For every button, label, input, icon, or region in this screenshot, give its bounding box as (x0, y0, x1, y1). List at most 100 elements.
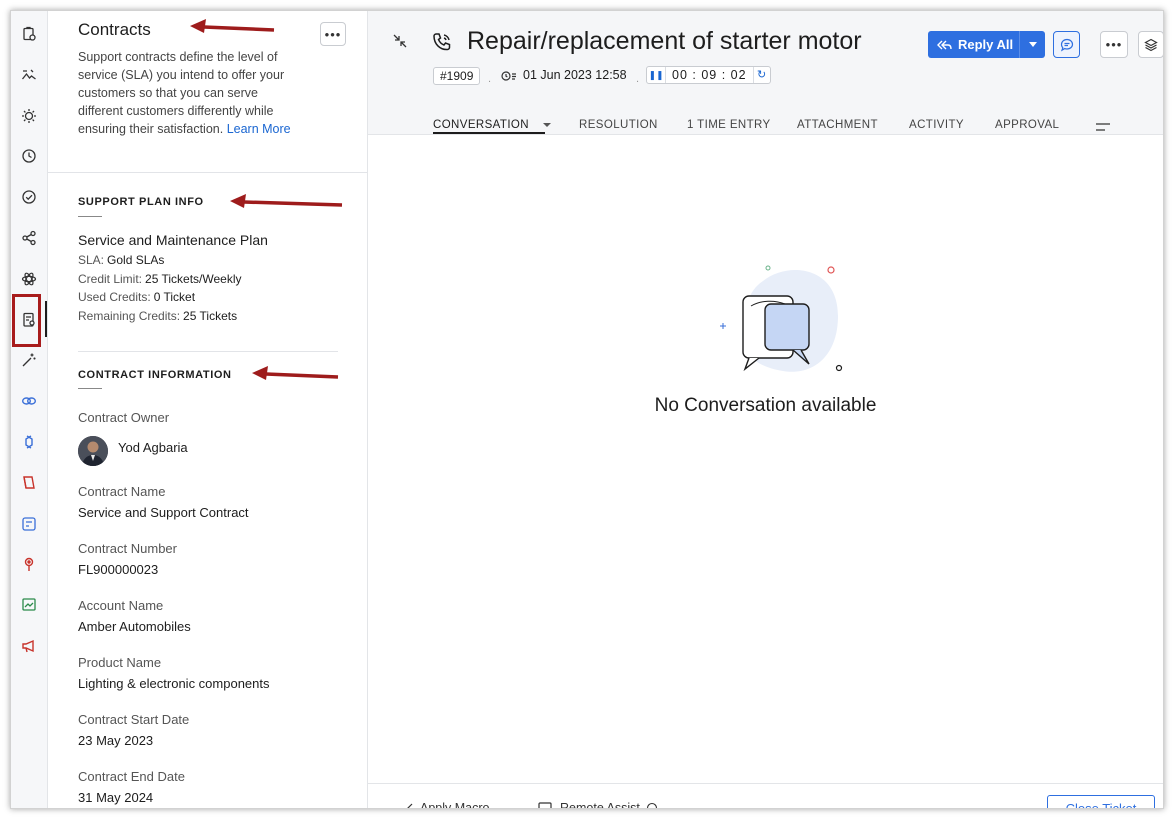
ticket-id-badge: #1909 (433, 67, 481, 85)
reply-dropdown-button[interactable] (1019, 31, 1045, 58)
product-name-value[interactable]: Lighting & electronic components (78, 676, 270, 691)
heading-underline (78, 216, 102, 217)
remaining-credits-value: 25 Tickets (183, 309, 238, 323)
used-credits-row: Used Credits: 0 Ticket (78, 290, 195, 304)
atom-icon[interactable] (18, 268, 40, 290)
book-icon[interactable] (18, 472, 40, 494)
support-plan-heading: SUPPORT PLAN INFO (78, 196, 204, 208)
used-credits-value: 0 Ticket (153, 290, 196, 304)
location-pin-icon[interactable] (18, 553, 40, 575)
product-name-label: Product Name (78, 655, 162, 670)
link-chain-icon[interactable] (18, 390, 40, 412)
annotation-arrow (230, 194, 343, 208)
credit-limit-value: 25 Tickets/Weekly (145, 272, 242, 286)
contract-number-value: FL900000023 (78, 562, 159, 577)
avatar (78, 436, 108, 466)
start-date-value: 23 May 2023 (78, 733, 154, 748)
empty-state-message: No Conversation available (654, 395, 877, 416)
macro-icon (407, 803, 413, 808)
reply-all-icon (937, 40, 952, 49)
learn-more-link[interactable]: Learn More (227, 122, 291, 136)
reply-all-label: Reply All (958, 37, 1014, 52)
panel-more-button[interactable]: ••• (320, 22, 346, 46)
comment-icon (1060, 38, 1073, 52)
icon-rail (11, 11, 48, 808)
apply-macro-button[interactable]: Apply Macro (402, 801, 490, 809)
owner-name[interactable]: Yod Agbaria (118, 440, 188, 455)
reply-all-button[interactable]: Reply All (928, 31, 1019, 58)
chevron-down-icon (542, 122, 551, 127)
ticket-clipboard-icon[interactable] (18, 23, 40, 45)
annotation-arrow (252, 366, 339, 380)
plan-name: Service and Maintenance Plan (78, 232, 268, 248)
panel-description: Support contracts define the level of se… (78, 48, 304, 138)
contract-name-label: Contract Name (78, 484, 166, 499)
contract-owner-label: Contract Owner (78, 410, 170, 425)
empty-conversation-illustration (720, 265, 843, 372)
annotation-arrow (190, 19, 275, 33)
check-circle-icon[interactable] (18, 186, 40, 208)
ticket-more-button[interactable]: ••• (1100, 31, 1128, 58)
tab-activity[interactable]: ACTIVITY (909, 119, 964, 131)
tab-approval[interactable]: APPROVAL (995, 119, 1059, 131)
used-credits-label: Used Credits: (78, 290, 151, 304)
extension-icon[interactable] (18, 431, 40, 453)
app-window: Contracts ••• Support contracts define t… (10, 10, 1164, 809)
sla-value: Gold SLAs (107, 253, 165, 267)
tab-attachment[interactable]: ATTACHMENT (797, 119, 878, 131)
more-tabs-icon[interactable] (1095, 121, 1111, 133)
contracts-panel: Contracts ••• Support contracts define t… (48, 11, 368, 808)
sla-label: SLA: (78, 253, 105, 267)
megaphone-icon[interactable] (18, 635, 40, 657)
heading-underline (78, 388, 102, 389)
highlight-box (12, 294, 41, 347)
layers-icon (1144, 38, 1158, 51)
active-tab-underline (433, 132, 545, 134)
image-gallery-icon[interactable] (18, 64, 40, 86)
pause-icon[interactable]: ❚❚ (647, 67, 666, 83)
collapse-icon[interactable] (392, 33, 408, 49)
tab-conversation[interactable]: CONVERSATION (433, 119, 551, 131)
history-icon[interactable] (18, 145, 40, 167)
tab-time-entry[interactable]: 1 TIME ENTRY (687, 119, 771, 131)
credit-limit-row: Credit Limit: 25 Tickets/Weekly (78, 272, 242, 286)
info-icon (646, 802, 657, 808)
ticket-header: Repair/replacement of starter motor #190… (368, 11, 1163, 135)
separator-dot: . (488, 73, 492, 85)
account-name-value[interactable]: Amber Automobiles (78, 619, 191, 634)
separator-dot: . (636, 73, 640, 85)
ticket-main: Repair/replacement of starter motor #190… (368, 11, 1163, 808)
due-date[interactable]: 01 Jun 2023 12:58 (523, 68, 627, 82)
ticket-title: Repair/replacement of starter motor (467, 27, 862, 55)
layers-button[interactable] (1138, 31, 1163, 58)
refresh-icon[interactable]: ↻ (752, 67, 770, 83)
contract-number-label: Contract Number (78, 541, 177, 556)
due-date-icon (501, 71, 516, 81)
sla-row: SLA: Gold SLAs (78, 253, 164, 267)
start-date-label: Contract Start Date (78, 712, 190, 727)
phone-call-icon (433, 33, 451, 51)
comment-button[interactable] (1053, 31, 1080, 58)
timer-value: 00 : 09 : 02 (672, 68, 747, 82)
panel-title: Contracts (78, 20, 151, 39)
monitor-icon (538, 802, 552, 808)
magic-wand-icon[interactable] (18, 349, 40, 371)
apply-macro-label: Apply Macro (420, 801, 490, 809)
contract-name-value: Service and Support Contract (78, 505, 249, 520)
bulb-icon[interactable] (18, 105, 40, 127)
remote-assist-button[interactable]: Remote Assist (538, 801, 658, 809)
scheduler-icon[interactable] (18, 513, 40, 535)
remote-assist-label: Remote Assist (560, 801, 640, 809)
share-icon[interactable] (18, 227, 40, 249)
end-date-value: 31 May 2024 (78, 790, 154, 805)
image-check-icon[interactable] (18, 594, 40, 616)
close-ticket-button[interactable]: Close Ticket (1047, 795, 1155, 808)
credit-limit-label: Credit Limit: (78, 272, 143, 286)
divider (78, 351, 338, 352)
ticket-footer: Apply Macro Remote Assist Close Ticket (368, 783, 1163, 809)
remaining-credits-label: Remaining Credits: (78, 309, 181, 323)
active-indicator (45, 301, 47, 337)
tab-resolution[interactable]: RESOLUTION (579, 119, 658, 131)
ticket-timer: ❚❚ 00 : 09 : 02 ↻ (646, 66, 771, 84)
tab-label: CONVERSATION (433, 119, 529, 131)
